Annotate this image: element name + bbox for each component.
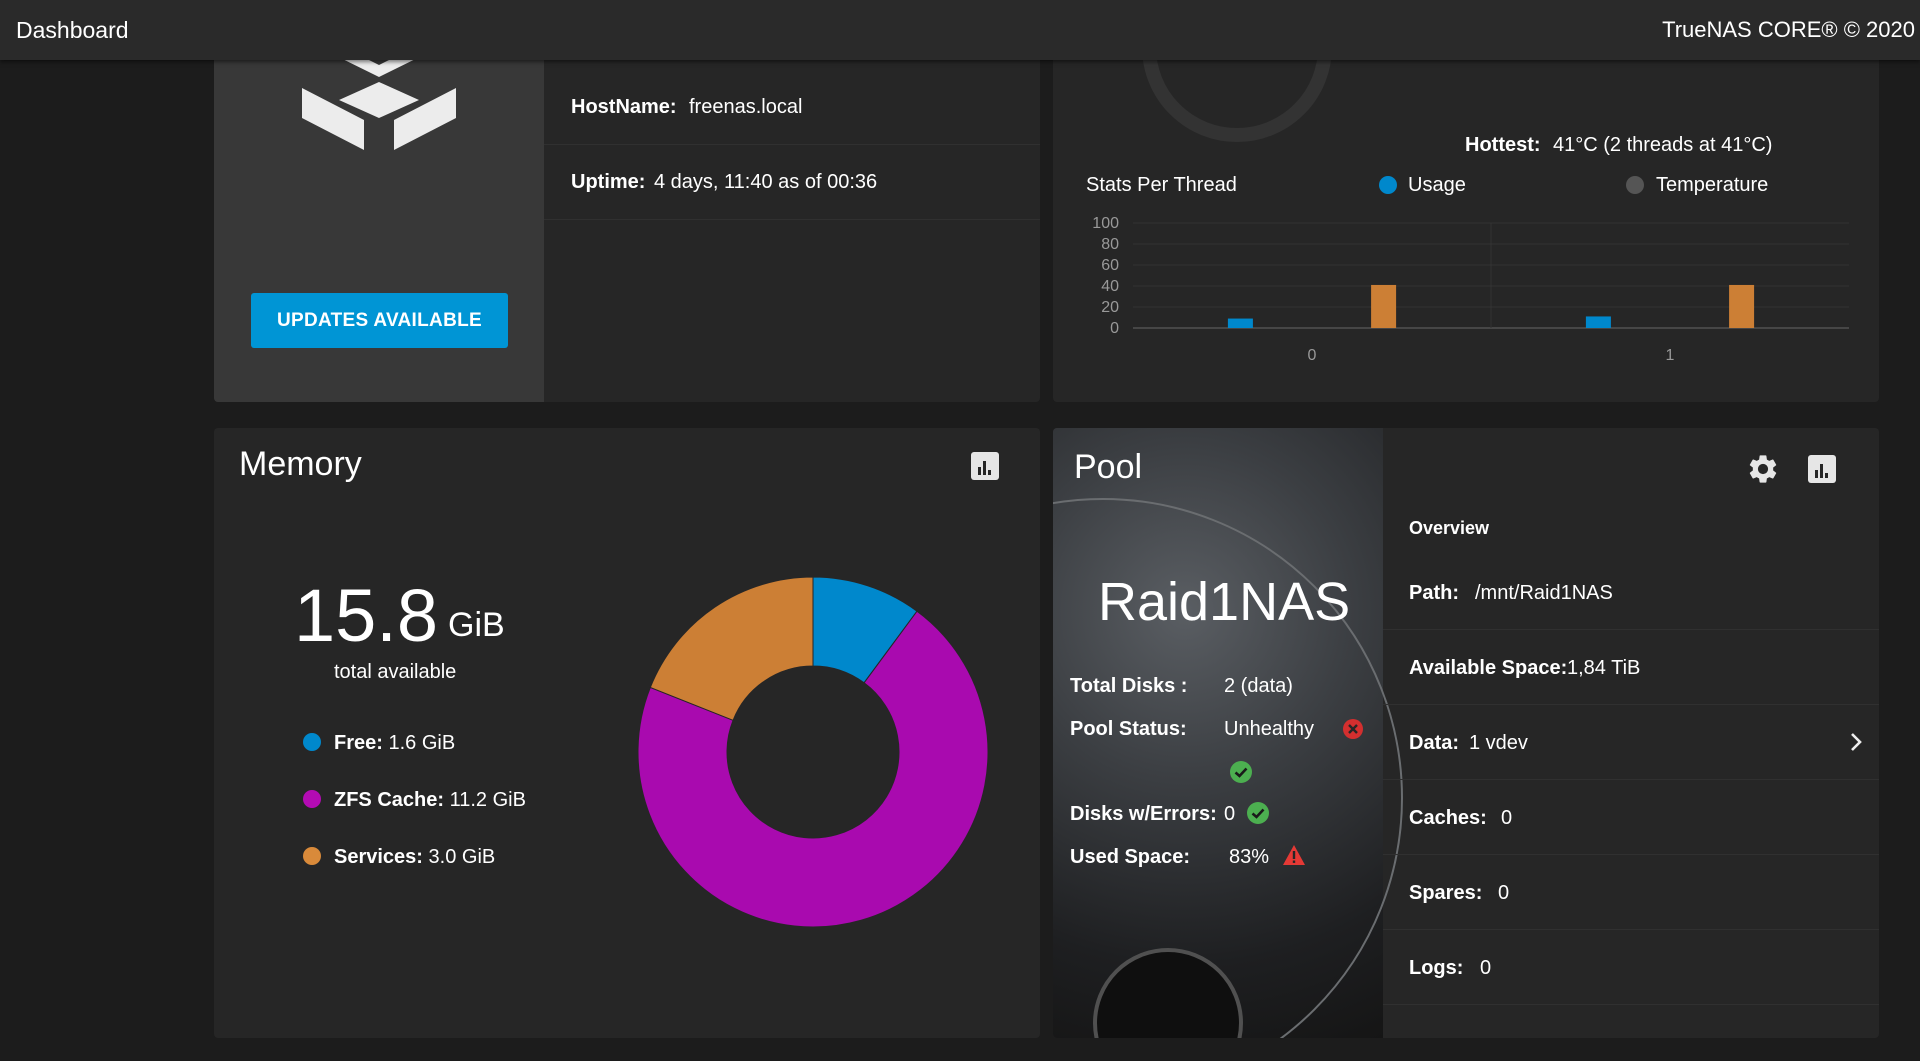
uptime-value: 4 days, 11:40 as of 00:36 — [654, 171, 878, 193]
pool-card: Pool Raid1NAS Total Disks : 2 (data) Poo… — [1053, 428, 1879, 1038]
uptime-label: Uptime: — [571, 171, 646, 193]
memory-title: Memory — [239, 445, 362, 483]
memory-total-value: 15.8 — [294, 574, 439, 657]
temperature-legend-label: Temperature — [1656, 174, 1769, 196]
uptime-row: Uptime: 4 days, 11:40 as of 00:36 — [544, 145, 1040, 220]
zfs-cache-value: 11.2 GiB — [449, 789, 526, 811]
zfs-cache-legend-dot — [303, 790, 321, 808]
memory-total-unit: GiB — [448, 606, 505, 644]
y-tick-label: 100 — [1092, 215, 1119, 232]
path-value: /mnt/Raid1NAS — [1475, 582, 1613, 604]
temperature-legend-dot — [1626, 176, 1644, 194]
logo-panel: UPDATES AVAILABLE — [214, 40, 544, 402]
services-label: Services: — [334, 846, 423, 868]
zfs-cache-legend-item: ZFS Cache: 11.2 GiB — [334, 789, 526, 812]
hostname-label: HostName: — [571, 96, 677, 118]
check-circle-icon — [1247, 802, 1269, 824]
check-circle-icon — [1230, 761, 1252, 783]
overview-label: Overview — [1409, 518, 1490, 538]
hottest-value: 41°C (2 threads at 41°C) — [1553, 134, 1773, 156]
x-tick-label: 0 — [1308, 347, 1317, 364]
free-label: Free: — [334, 732, 383, 754]
pool-data-row[interactable]: Data: 1 vdev — [1383, 704, 1879, 780]
available-space-label: Available Space: — [1409, 657, 1568, 679]
pool-spares-row: Spares: 0 — [1383, 854, 1879, 930]
pool-disk-panel: Pool Raid1NAS Total Disks : 2 (data) Poo… — [1053, 428, 1403, 1038]
usage-legend-label: Usage — [1408, 174, 1466, 196]
cpu-card: Hottest: 41°C (2 threads at 41°C) Stats … — [1053, 40, 1879, 402]
memory-chart-icon[interactable] — [971, 452, 999, 480]
caches-value: 0 — [1501, 807, 1513, 829]
usage-legend-dot — [1379, 176, 1397, 194]
y-tick-label: 0 — [1110, 320, 1119, 337]
data-value: 1 vdev — [1469, 732, 1528, 754]
y-tick-label: 40 — [1101, 278, 1119, 295]
zfs-cache-label: ZFS Cache: — [334, 789, 445, 811]
pool-title: Pool — [1074, 448, 1143, 486]
hottest-label: Hottest: — [1465, 134, 1541, 156]
memory-card: Memory 15.8 GiB total available Free: 1.… — [214, 428, 1040, 1038]
temperature-bar — [1729, 284, 1755, 328]
pool-name: Raid1NAS — [1098, 572, 1351, 632]
spares-value: 0 — [1498, 882, 1510, 904]
services-legend-dot — [303, 847, 321, 865]
used-space-label: Used Space: — [1070, 846, 1191, 868]
copyright-text: TrueNAS CORE® © 2020 — [1662, 17, 1915, 42]
warning-icon — [1283, 845, 1305, 865]
pool-path-row: Path: /mnt/Raid1NAS — [1383, 554, 1879, 630]
free-value: 1.6 GiB — [388, 732, 456, 754]
updates-available-button[interactable]: UPDATES AVAILABLE — [251, 293, 508, 348]
pool-status-value: Unhealthy — [1224, 718, 1315, 740]
page-title: Dashboard — [16, 17, 129, 43]
data-label: Data: — [1409, 732, 1460, 754]
gear-icon[interactable] — [1746, 452, 1780, 486]
total-disks-label: Total Disks : — [1070, 675, 1188, 697]
used-space-value: 83% — [1229, 846, 1270, 868]
path-label: Path: — [1409, 582, 1459, 604]
pool-caches-row: Caches: 0 — [1383, 779, 1879, 855]
disks-errors-label: Disks w/Errors: — [1070, 803, 1217, 825]
memory-total-caption: total available — [334, 661, 457, 683]
stats-per-thread-label: Stats Per Thread — [1086, 174, 1237, 196]
services-value: 3.0 GiB — [428, 846, 496, 868]
total-disks-value: 2 (data) — [1224, 675, 1293, 697]
services-legend-item: Services: 3.0 GiB — [334, 846, 495, 869]
free-legend-dot — [303, 733, 321, 751]
logs-label: Logs: — [1409, 957, 1464, 979]
free-legend-item: Free: 1.6 GiB — [334, 732, 455, 755]
y-tick-label: 60 — [1101, 257, 1119, 274]
pool-status-label: Pool Status: — [1070, 718, 1187, 740]
pool-logs-row: Logs: 0 — [1383, 929, 1879, 1005]
error-circle-icon — [1343, 719, 1363, 739]
available-space-value: 1,84 TiB — [1567, 657, 1641, 679]
usage-bar — [1585, 316, 1611, 328]
x-tick-label: 1 — [1666, 347, 1675, 364]
chevron-right-icon[interactable] — [1848, 731, 1864, 753]
y-tick-label: 80 — [1101, 236, 1119, 253]
y-tick-label: 20 — [1101, 299, 1119, 316]
caches-label: Caches: — [1409, 807, 1487, 829]
top-bar: Dashboard TrueNAS CORE® © 2020 — [0, 0, 1920, 60]
usage-bar — [1227, 318, 1253, 328]
disks-errors-value: 0 — [1224, 803, 1236, 825]
memory-donut-chart — [637, 576, 989, 928]
temperature-bar — [1371, 284, 1397, 328]
system-card: UPDATES AVAILABLE HostName: freenas.loca… — [214, 40, 1040, 402]
logs-value: 0 — [1480, 957, 1492, 979]
cpu-thread-chart: 100 80 60 40 20 0 0 1 — [1092, 215, 1849, 364]
hostname-value: freenas.local — [689, 96, 803, 118]
pool-chart-icon[interactable] — [1808, 455, 1836, 483]
pool-available-row: Available Space: 1,84 TiB — [1383, 629, 1879, 705]
spares-label: Spares: — [1409, 882, 1483, 904]
hostname-row: HostName: freenas.local — [544, 70, 1040, 145]
